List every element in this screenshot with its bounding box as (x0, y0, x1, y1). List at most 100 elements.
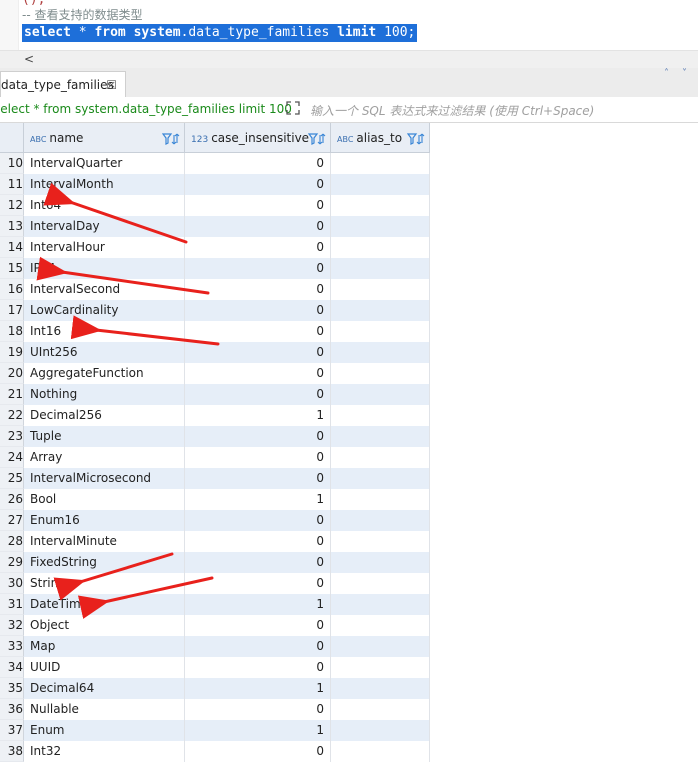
cell-case-insensitive[interactable]: 0 (185, 279, 331, 300)
cell-alias-to[interactable] (331, 489, 430, 510)
table-row[interactable]: 24 Array 0 (0, 447, 698, 468)
cell-case-insensitive[interactable]: 1 (185, 405, 331, 426)
cell-case-insensitive[interactable]: 0 (185, 153, 331, 174)
cell-alias-to[interactable] (331, 741, 430, 762)
cell-name[interactable]: FixedString (24, 552, 185, 573)
cell-name[interactable]: Array (24, 447, 185, 468)
table-row[interactable]: 34 UUID 0 (0, 657, 698, 678)
cell-name[interactable]: String (24, 573, 185, 594)
cell-alias-to[interactable] (331, 153, 430, 174)
cell-alias-to[interactable] (331, 237, 430, 258)
table-row[interactable]: 25 IntervalMicrosecond 0 (0, 468, 698, 489)
cell-case-insensitive[interactable]: 1 (185, 594, 331, 615)
table-row[interactable]: 33 Map 0 (0, 636, 698, 657)
cell-case-insensitive[interactable]: 0 (185, 573, 331, 594)
cell-name[interactable]: UUID (24, 657, 185, 678)
cell-name[interactable]: Int16 (24, 321, 185, 342)
cell-case-insensitive[interactable]: 0 (185, 699, 331, 720)
cell-name[interactable]: Map (24, 636, 185, 657)
cell-alias-to[interactable] (331, 384, 430, 405)
cell-alias-to[interactable] (331, 195, 430, 216)
table-row[interactable]: 37 Enum 1 (0, 720, 698, 741)
cell-case-insensitive[interactable]: 0 (185, 363, 331, 384)
tab-data-type-families[interactable]: data_type_families ☒ (0, 71, 126, 98)
table-row[interactable]: 14 IntervalHour 0 (0, 237, 698, 258)
filter-input[interactable]: 输入一个 SQL 表达式来过滤结果 (使用 Ctrl+Space) (310, 102, 594, 119)
table-row[interactable]: 10 IntervalQuarter 0 (0, 153, 698, 174)
cell-alias-to[interactable] (331, 678, 430, 699)
table-row[interactable]: 38 Int32 0 (0, 741, 698, 762)
table-row[interactable]: 21 Nothing 0 (0, 384, 698, 405)
cell-alias-to[interactable] (331, 531, 430, 552)
cell-alias-to[interactable] (331, 447, 430, 468)
cell-name[interactable]: Int32 (24, 741, 185, 762)
cell-case-insensitive[interactable]: 0 (185, 615, 331, 636)
table-row[interactable]: 32 Object 0 (0, 615, 698, 636)
cell-name[interactable]: IntervalMinute (24, 531, 185, 552)
cell-case-insensitive[interactable]: 0 (185, 195, 331, 216)
cell-alias-to[interactable] (331, 174, 430, 195)
column-header-alias-to[interactable]: ABC alias_to (331, 123, 430, 153)
column-header-case-insensitive[interactable]: 123 case_insensitive (185, 123, 331, 153)
cell-alias-to[interactable] (331, 321, 430, 342)
table-row[interactable]: 22 Decimal256 1 (0, 405, 698, 426)
cell-name[interactable]: Object (24, 615, 185, 636)
cell-name[interactable]: IntervalDay (24, 216, 185, 237)
table-row[interactable]: 28 IntervalMinute 0 (0, 531, 698, 552)
table-row[interactable]: 30 String 0 (0, 573, 698, 594)
table-row[interactable]: 17 LowCardinality 0 (0, 300, 698, 321)
cell-case-insensitive[interactable]: 0 (185, 468, 331, 489)
cell-name[interactable]: LowCardinality (24, 300, 185, 321)
sql-editor[interactable]: (); -- 查看支持的数据类型 select * from system.da… (0, 0, 698, 50)
filter-sort-icon[interactable] (307, 123, 326, 153)
cell-case-insensitive[interactable]: 0 (185, 384, 331, 405)
cell-alias-to[interactable] (331, 720, 430, 741)
table-row[interactable]: 11 IntervalMonth 0 (0, 174, 698, 195)
cell-alias-to[interactable] (331, 510, 430, 531)
table-row[interactable]: 15 IPv4 0 (0, 258, 698, 279)
cell-case-insensitive[interactable]: 0 (185, 552, 331, 573)
cell-case-insensitive[interactable]: 0 (185, 447, 331, 468)
cell-case-insensitive[interactable]: 0 (185, 531, 331, 552)
cell-name[interactable]: IntervalMicrosecond (24, 468, 185, 489)
cell-name[interactable]: Nullable (24, 699, 185, 720)
cell-alias-to[interactable] (331, 657, 430, 678)
cell-alias-to[interactable] (331, 594, 430, 615)
cell-alias-to[interactable] (331, 699, 430, 720)
cell-name[interactable]: Decimal256 (24, 405, 185, 426)
cell-alias-to[interactable] (331, 615, 430, 636)
cell-case-insensitive[interactable]: 0 (185, 426, 331, 447)
cell-name[interactable]: Nothing (24, 384, 185, 405)
cell-alias-to[interactable] (331, 300, 430, 321)
collapse-up-icon[interactable]: ˄ (664, 68, 669, 79)
cell-alias-to[interactable] (331, 279, 430, 300)
cell-case-insensitive[interactable]: 0 (185, 510, 331, 531)
cell-case-insensitive[interactable]: 0 (185, 657, 331, 678)
table-row[interactable]: 26 Bool 1 (0, 489, 698, 510)
filter-sort-icon[interactable] (406, 123, 425, 153)
cell-case-insensitive[interactable]: 1 (185, 678, 331, 699)
cell-name[interactable]: DateTime (24, 594, 185, 615)
cell-name[interactable]: AggregateFunction (24, 363, 185, 384)
cell-name[interactable]: UInt256 (24, 342, 185, 363)
cell-name[interactable]: IPv4 (24, 258, 185, 279)
cell-name[interactable]: Tuple (24, 426, 185, 447)
cell-case-insensitive[interactable]: 0 (185, 342, 331, 363)
table-row[interactable]: 23 Tuple 0 (0, 426, 698, 447)
scroll-left-icon[interactable]: < (24, 52, 34, 66)
cell-case-insensitive[interactable]: 1 (185, 720, 331, 741)
cell-case-insensitive[interactable]: 0 (185, 300, 331, 321)
cell-case-insensitive[interactable]: 0 (185, 216, 331, 237)
expand-filter-icon[interactable] (286, 101, 300, 119)
editor-horizontal-scrollbar[interactable]: < (0, 50, 698, 69)
cell-alias-to[interactable] (331, 636, 430, 657)
table-row[interactable]: 35 Decimal64 1 (0, 678, 698, 699)
filter-sort-icon[interactable] (161, 123, 180, 153)
cell-alias-to[interactable] (331, 258, 430, 279)
cell-case-insensitive[interactable]: 0 (185, 237, 331, 258)
cell-name[interactable]: IntervalSecond (24, 279, 185, 300)
cell-alias-to[interactable] (331, 363, 430, 384)
cell-name[interactable]: Decimal64 (24, 678, 185, 699)
cell-alias-to[interactable] (331, 342, 430, 363)
cell-name[interactable]: Enum (24, 720, 185, 741)
